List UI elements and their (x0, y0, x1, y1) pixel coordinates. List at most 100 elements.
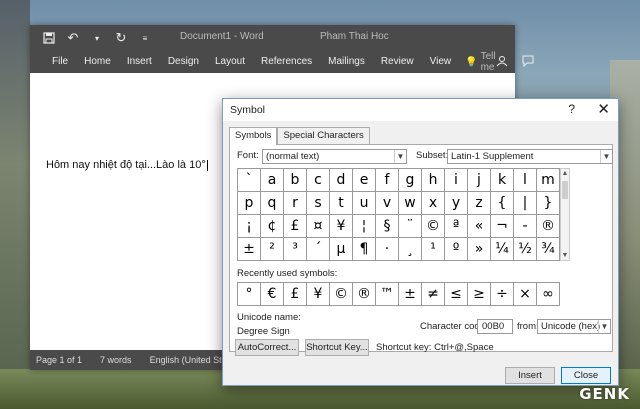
symbol-cell[interactable]: ` (238, 169, 261, 192)
font-select[interactable]: (normal text) ▼ (262, 149, 407, 164)
symbol-cell[interactable]: y (445, 192, 468, 215)
symbol-cell[interactable]: ² (261, 238, 284, 261)
recent-symbol-cell[interactable]: ÷ (491, 283, 514, 306)
save-icon[interactable] (40, 29, 58, 47)
symbol-cell[interactable]: | (514, 192, 537, 215)
scroll-thumb[interactable] (562, 181, 568, 199)
symbol-cell[interactable]: b (284, 169, 307, 192)
symbol-cell[interactable]: i (445, 169, 468, 192)
symbol-cell[interactable]: ¶ (353, 238, 376, 261)
tab-special-characters[interactable]: Special Characters (277, 127, 370, 144)
symbol-cell[interactable]: p (238, 192, 261, 215)
tab-layout[interactable]: Layout (207, 51, 253, 73)
symbol-cell[interactable]: µ (330, 238, 353, 261)
symbol-cell[interactable]: m (537, 169, 560, 192)
symbol-cell[interactable]: { (491, 192, 514, 215)
symbol-cell[interactable]: d (330, 169, 353, 192)
symbol-cell[interactable]: ¢ (261, 215, 284, 238)
symbol-cell[interactable]: - (514, 215, 537, 238)
symbol-cell[interactable]: º (445, 238, 468, 261)
symbol-cell[interactable]: r (284, 192, 307, 215)
symbol-cell[interactable]: ³ (284, 238, 307, 261)
page-count[interactable]: Page 1 of 1 (36, 355, 82, 365)
scroll-up-icon[interactable]: ▲ (561, 170, 569, 177)
symbol-cell[interactable]: ¡ (238, 215, 261, 238)
help-button[interactable]: ? (568, 102, 575, 116)
symbol-cell[interactable]: h (422, 169, 445, 192)
symbol-cell[interactable]: ¸ (399, 238, 422, 261)
symbol-cell[interactable]: ª (445, 215, 468, 238)
tab-home[interactable]: Home (76, 51, 119, 73)
symbol-cell[interactable]: k (491, 169, 514, 192)
tab-view[interactable]: View (422, 51, 460, 73)
symbol-cell[interactable]: ¾ (537, 238, 560, 261)
share-icon[interactable] (496, 55, 508, 70)
recent-symbol-cell[interactable]: £ (284, 283, 307, 306)
tell-me-box[interactable]: 💡 Tell me (465, 51, 495, 73)
symbol-cell[interactable]: l (514, 169, 537, 192)
symbol-cell[interactable]: } (537, 192, 560, 215)
shortcut-key-button[interactable]: Shortcut Key... (305, 339, 369, 356)
symbol-cell[interactable]: j (468, 169, 491, 192)
recent-symbol-cell[interactable]: ∞ (537, 283, 560, 306)
symbol-cell[interactable]: z (468, 192, 491, 215)
symbol-cell[interactable]: ¤ (307, 215, 330, 238)
user-name[interactable]: Pham Thai Hoc (320, 31, 389, 42)
from-select[interactable]: Unicode (hex) ▼ (537, 319, 611, 334)
symbol-cell[interactable]: ´ (307, 238, 330, 261)
symbol-cell[interactable]: v (376, 192, 399, 215)
symbol-cell[interactable]: s (307, 192, 330, 215)
symbol-cell[interactable]: ¥ (330, 215, 353, 238)
scroll-down-icon[interactable]: ▼ (561, 252, 569, 259)
close-button[interactable]: Close (561, 367, 611, 384)
symbol-cell[interactable]: ¨ (399, 215, 422, 238)
symbol-cell[interactable]: a (261, 169, 284, 192)
recent-symbol-cell[interactable]: ™ (376, 283, 399, 306)
symbol-cell[interactable]: u (353, 192, 376, 215)
symbol-cell[interactable]: ¼ (491, 238, 514, 261)
symbol-cell[interactable]: e (353, 169, 376, 192)
tab-symbols[interactable]: Symbols (229, 127, 278, 145)
recent-symbol-cell[interactable]: € (261, 283, 284, 306)
recent-symbol-cell[interactable]: © (330, 283, 353, 306)
symbol-cell[interactable]: · (376, 238, 399, 261)
tab-references[interactable]: References (253, 51, 320, 73)
word-count[interactable]: 7 words (100, 355, 132, 365)
tab-review[interactable]: Review (373, 51, 422, 73)
autocorrect-button[interactable]: AutoCorrect... (235, 339, 299, 356)
symbol-cell[interactable]: c (307, 169, 330, 192)
recent-symbol-cell[interactable]: ¥ (307, 283, 330, 306)
recent-symbol-cell[interactable]: ≠ (422, 283, 445, 306)
undo-icon[interactable]: ↶ (64, 29, 82, 47)
tab-mailings[interactable]: Mailings (320, 51, 373, 73)
symbol-cell[interactable]: » (468, 238, 491, 261)
recent-symbol-cell[interactable]: ® (353, 283, 376, 306)
symbol-cell[interactable]: © (422, 215, 445, 238)
character-code-input[interactable]: 00B0 (477, 319, 513, 334)
symbol-cell[interactable]: ± (238, 238, 261, 261)
recent-symbol-cell[interactable]: × (514, 283, 537, 306)
symbol-cell[interactable]: q (261, 192, 284, 215)
customize-qat-icon[interactable]: ≡ (136, 29, 154, 47)
redo-icon[interactable]: ↻ (112, 29, 130, 47)
symbol-cell[interactable]: g (399, 169, 422, 192)
comments-icon[interactable] (522, 55, 534, 70)
tab-design[interactable]: Design (160, 51, 207, 73)
symbol-cell[interactable]: ¦ (353, 215, 376, 238)
symbol-cell[interactable]: ¬ (491, 215, 514, 238)
symbol-cell[interactable]: ¹ (422, 238, 445, 261)
chevron-down-icon[interactable]: ▾ (88, 29, 106, 47)
symbol-cell[interactable]: w (399, 192, 422, 215)
close-icon[interactable]: ✕ (597, 100, 610, 118)
insert-button[interactable]: Insert (505, 367, 555, 384)
symbol-cell[interactable]: ® (537, 215, 560, 238)
symbol-cell[interactable]: ½ (514, 238, 537, 261)
tab-insert[interactable]: Insert (119, 51, 160, 73)
symbol-cell[interactable]: § (376, 215, 399, 238)
symbol-cell[interactable]: x (422, 192, 445, 215)
symbol-grid-scrollbar[interactable]: ▲ ▼ (560, 168, 570, 261)
symbol-cell[interactable]: t (330, 192, 353, 215)
symbol-cell[interactable]: f (376, 169, 399, 192)
symbol-cell[interactable]: « (468, 215, 491, 238)
symbol-cell[interactable]: £ (284, 215, 307, 238)
